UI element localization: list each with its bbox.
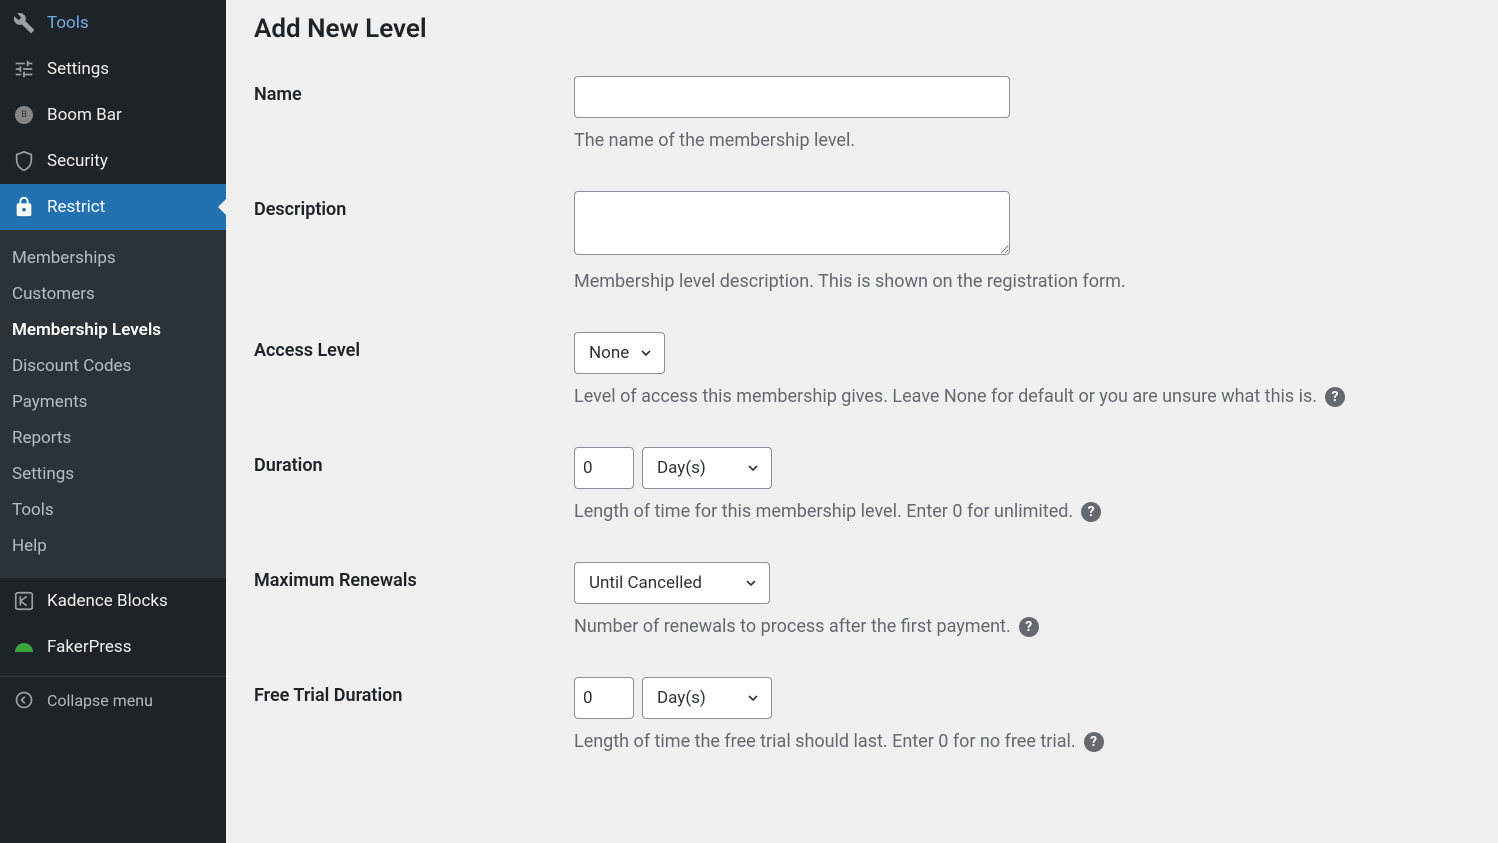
row-access-level: Access Level None Level of access this m… (254, 332, 1470, 407)
collapse-icon (12, 688, 36, 712)
row-max-renewals: Maximum Renewals Until Cancelled Number … (254, 562, 1470, 637)
name-input[interactable] (574, 76, 1010, 118)
sidebar-item-boombar[interactable]: B Boom Bar (0, 92, 226, 138)
submenu-memberships[interactable]: Memberships (0, 240, 226, 276)
help-icon[interactable]: ? (1081, 502, 1101, 522)
sidebar-item-label: Settings (47, 59, 109, 79)
submenu-customers[interactable]: Customers (0, 276, 226, 312)
submenu-discount-codes[interactable]: Discount Codes (0, 348, 226, 384)
desc-access-level: Level of access this membership gives. L… (574, 386, 1317, 407)
boombar-icon: B (12, 103, 36, 127)
submenu-settings[interactable]: Settings (0, 456, 226, 492)
collapse-label: Collapse menu (47, 691, 153, 710)
submenu-help[interactable]: Help (0, 528, 226, 564)
sidebar-item-label: FakerPress (47, 637, 131, 657)
sidebar-item-restrict[interactable]: Restrict (0, 184, 226, 230)
sidebar-item-kadence[interactable]: Kadence Blocks (0, 578, 226, 624)
desc-description: Membership level description. This is sh… (574, 271, 1470, 292)
fakerpress-icon (12, 635, 36, 659)
desc-max-renewals: Number of renewals to process after the … (574, 616, 1011, 637)
sidebar-item-label: Restrict (47, 197, 105, 217)
sidebar-item-label: Tools (47, 13, 89, 33)
row-duration: Duration Day(s) Length of time for this … (254, 447, 1470, 522)
label-name: Name (254, 76, 574, 105)
max-renewals-select[interactable]: Until Cancelled (574, 562, 770, 604)
desc-name: The name of the membership level. (574, 130, 1470, 151)
trial-duration-input[interactable] (574, 677, 634, 719)
sliders-icon (12, 57, 36, 81)
row-trial-duration: Free Trial Duration Day(s) Length of tim… (254, 677, 1470, 752)
submenu-payments[interactable]: Payments (0, 384, 226, 420)
help-icon[interactable]: ? (1019, 617, 1039, 637)
sidebar-item-security[interactable]: Security (0, 138, 226, 184)
duration-unit-select[interactable]: Day(s) (642, 447, 772, 489)
row-name: Name The name of the membership level. (254, 76, 1470, 151)
collapse-menu-button[interactable]: Collapse menu (0, 676, 226, 723)
trial-unit-select[interactable]: Day(s) (642, 677, 772, 719)
label-max-renewals: Maximum Renewals (254, 562, 574, 591)
help-icon[interactable]: ? (1325, 387, 1345, 407)
kadence-icon (12, 589, 36, 613)
label-duration: Duration (254, 447, 574, 476)
help-icon[interactable]: ? (1084, 732, 1104, 752)
page-title: Add New Level (254, 10, 1470, 48)
desc-duration: Length of time for this membership level… (574, 501, 1073, 522)
sidebar-item-label: Boom Bar (47, 105, 122, 125)
lock-icon (12, 195, 36, 219)
label-access-level: Access Level (254, 332, 574, 361)
label-trial-duration: Free Trial Duration (254, 677, 574, 706)
sidebar-item-fakerpress[interactable]: FakerPress (0, 624, 226, 670)
submenu-membership-levels[interactable]: Membership Levels (0, 312, 226, 348)
admin-sidebar: Tools Settings B Boom Bar Security Restr… (0, 0, 226, 843)
shield-icon (12, 149, 36, 173)
wrench-icon (12, 11, 36, 35)
main-content: Add New Level Name The name of the membe… (226, 0, 1498, 843)
access-level-select[interactable]: None (574, 332, 665, 374)
submenu-tools[interactable]: Tools (0, 492, 226, 528)
sidebar-item-settings[interactable]: Settings (0, 46, 226, 92)
sidebar-item-label: Kadence Blocks (47, 591, 168, 611)
sidebar-item-tools[interactable]: Tools (0, 0, 226, 46)
submenu-reports[interactable]: Reports (0, 420, 226, 456)
row-description: Description Membership level description… (254, 191, 1470, 292)
sidebar-item-label: Security (47, 151, 108, 171)
description-textarea[interactable] (574, 191, 1010, 255)
restrict-submenu: Memberships Customers Membership Levels … (0, 230, 226, 578)
duration-input[interactable] (574, 447, 634, 489)
label-description: Description (254, 191, 574, 220)
desc-trial-duration: Length of time the free trial should las… (574, 731, 1076, 752)
